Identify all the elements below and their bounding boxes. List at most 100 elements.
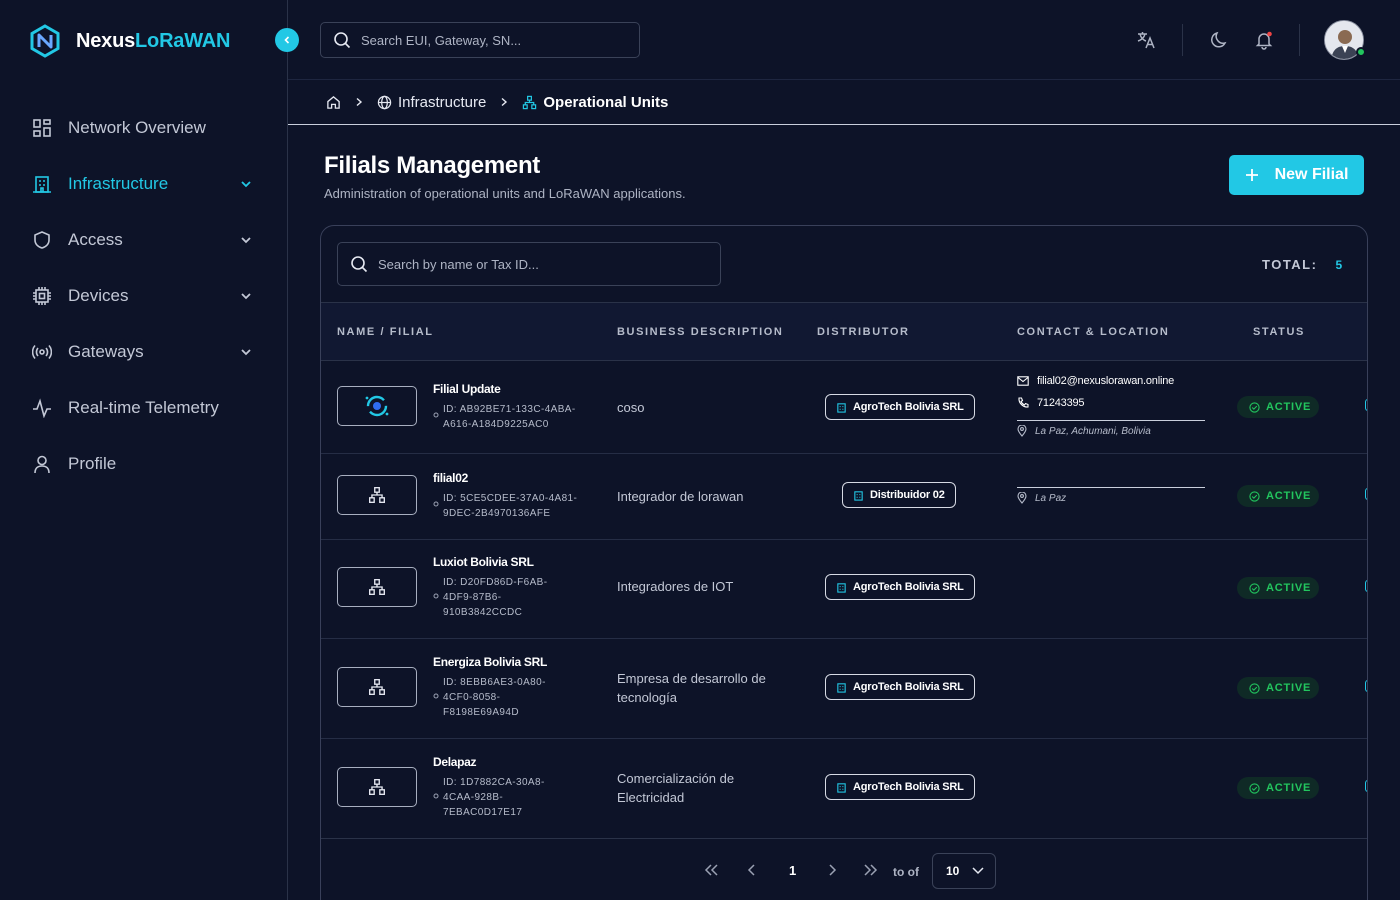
sidebar-item-label: Infrastructure: [68, 174, 169, 193]
sidebar-nav: Network Overview Infrastructure Access D…: [0, 100, 288, 492]
chevron-down-icon[interactable]: [240, 290, 252, 302]
sidebar: NexusLoRaWAN Network Overview Infrastruc…: [0, 0, 288, 900]
distributor-badge[interactable]: AgroTech Bolivia SRL: [825, 574, 975, 600]
current-page[interactable]: 1: [789, 863, 796, 878]
pagination: 1 to of 10: [321, 838, 1367, 900]
tag-icon: [433, 501, 439, 521]
breadcrumb-separator-icon: [500, 97, 508, 107]
sidebar-item-infrastructure[interactable]: Infrastructure: [0, 156, 288, 212]
network-tree-icon: [369, 487, 385, 503]
tag-icon: [433, 693, 439, 720]
filial-id: ID: D20FD86D-F6AB- 4DF9-87B6- 910B3842CCDC: [433, 575, 591, 620]
column-header-name[interactable]: NAME / FILIAL: [337, 326, 434, 338]
signal-icon: [32, 342, 52, 362]
column-header-distributor[interactable]: DISTRIBUTOR: [817, 326, 910, 338]
filial-logo: [337, 567, 417, 607]
table-row[interactable]: filial02 ID: 5CE5CDEE-37A0-4A81- 9DEC-2B4…: [321, 454, 1367, 540]
row-action-indicator[interactable]: [1365, 780, 1367, 792]
network-tree-icon: [522, 95, 537, 110]
first-page-icon[interactable]: [703, 863, 719, 877]
status-badge: ACTIVE: [1237, 577, 1319, 599]
sidebar-item-label: Network Overview: [68, 118, 206, 137]
table-search-input[interactable]: Search by name or Tax ID...: [337, 242, 721, 286]
filial-name[interactable]: Energiza Bolivia SRL: [433, 655, 547, 669]
table-row[interactable]: Energiza Bolivia SRL ID: 8EBB6AE3-0A80- 4…: [321, 639, 1367, 739]
last-page-icon[interactable]: [863, 863, 879, 877]
sidebar-collapse-button[interactable]: [275, 28, 299, 52]
new-filial-button[interactable]: New Filial: [1229, 155, 1364, 195]
page-subtitle: Administration of operational units and …: [324, 186, 686, 201]
global-search-input[interactable]: Search EUI, Gateway, SN...: [320, 22, 640, 58]
breadcrumb-operational-units: Operational Units: [543, 93, 669, 111]
brand-logo[interactable]: NexusLoRaWAN: [28, 24, 230, 58]
filial-name[interactable]: Delapaz: [433, 755, 477, 769]
row-action-indicator[interactable]: [1365, 580, 1367, 592]
row-action-indicator[interactable]: [1365, 680, 1367, 692]
tag-icon: [433, 593, 439, 620]
sidebar-item-access[interactable]: Access: [0, 212, 288, 268]
sidebar-item-network-overview[interactable]: Network Overview: [0, 100, 288, 156]
next-page-icon[interactable]: [827, 863, 837, 877]
chevron-down-icon[interactable]: [240, 178, 252, 190]
column-header-description[interactable]: BUSINESS DESCRIPTION: [617, 326, 783, 338]
table-row[interactable]: Luxiot Bolivia SRL ID: D20FD86D-F6AB- 4DF…: [321, 539, 1367, 639]
distributor-badge[interactable]: AgroTech Bolivia SRL: [825, 394, 975, 420]
filial-logo: [337, 386, 417, 426]
sidebar-item-label: Profile: [68, 454, 117, 473]
chevron-down-icon[interactable]: [240, 234, 252, 246]
page-size-select[interactable]: 10: [932, 853, 996, 889]
filial-custom-logo-icon: [365, 395, 389, 417]
filials-table-card: Search by name or Tax ID... TOTAL: 5 NAME…: [320, 225, 1368, 900]
distributor-badge[interactable]: Distribuidor 02: [842, 482, 956, 508]
breadcrumb-separator-icon: [355, 97, 363, 107]
dark-mode-moon-icon[interactable]: [1210, 30, 1230, 50]
sidebar-item-label: Devices: [68, 286, 129, 305]
grid-icon: [32, 118, 52, 138]
network-tree-icon: [369, 679, 385, 695]
sidebar-item-gateways[interactable]: Gateways: [0, 324, 288, 380]
table-header: NAME / FILIAL BUSINESS DESCRIPTION DISTR…: [321, 302, 1367, 361]
filial-name[interactable]: Filial Update: [433, 382, 501, 396]
chevron-down-icon[interactable]: [240, 346, 252, 358]
breadcrumb-infrastructure[interactable]: Infrastructure: [398, 94, 486, 111]
page-count-label: to of: [893, 865, 919, 879]
distributor-badge[interactable]: AgroTech Bolivia SRL: [825, 774, 975, 800]
building-icon: [32, 174, 52, 194]
home-icon[interactable]: [326, 95, 341, 110]
filial-id: ID: 8EBB6AE3-0A80- 4CF0-8058- F8198E69A94D: [433, 675, 591, 720]
brand-name: NexusLoRaWAN: [76, 29, 231, 52]
topbar: Search EUI, Gateway, SN...: [288, 0, 1400, 80]
network-tree-icon: [369, 579, 385, 595]
contact-phone[interactable]: 71243395: [1017, 392, 1205, 414]
status-badge: ACTIVE: [1237, 396, 1319, 418]
business-description: Integrador de lorawan: [617, 489, 744, 504]
contact-location: filial02@nexuslorawan.online 71243395 La…: [1017, 370, 1205, 437]
status-badge: ACTIVE: [1237, 485, 1319, 507]
filial-name[interactable]: filial02: [433, 471, 468, 485]
table-row[interactable]: Filial Update ID: AB92BE71-133C-4ABA- A61…: [321, 362, 1367, 454]
translate-icon[interactable]: [1136, 30, 1156, 50]
status-badge: ACTIVE: [1237, 677, 1319, 699]
topbar-divider: [1299, 24, 1300, 56]
network-tree-icon: [369, 779, 385, 795]
row-action-indicator[interactable]: [1365, 488, 1367, 500]
filial-name[interactable]: Luxiot Bolivia SRL: [433, 555, 534, 569]
filial-id: ID: 1D7882CA-30A8- 4CAA-928B- 7EBAC0D17E17: [433, 775, 591, 820]
check-circle-icon: [1249, 401, 1260, 413]
business-description: Empresa de desarrollo de tecnología: [617, 671, 766, 705]
breadcrumb: Infrastructure Operational Units: [288, 80, 1400, 125]
notification-bell-icon[interactable]: [1254, 30, 1274, 50]
sidebar-item-devices[interactable]: Devices: [0, 268, 288, 324]
row-action-indicator[interactable]: [1365, 399, 1367, 411]
mail-icon: [1017, 376, 1029, 386]
prev-page-icon[interactable]: [747, 863, 757, 877]
sidebar-item-real-time-telemetry[interactable]: Real-time Telemetry: [0, 380, 288, 436]
contact-email[interactable]: filial02@nexuslorawan.online: [1017, 370, 1205, 392]
table-row[interactable]: Delapaz ID: 1D7882CA-30A8- 4CAA-928B- 7EBA…: [321, 739, 1367, 839]
sidebar-item-profile[interactable]: Profile: [0, 436, 288, 492]
topbar-divider: [1182, 24, 1183, 56]
column-header-status[interactable]: STATUS: [1253, 326, 1305, 338]
column-header-contact[interactable]: CONTACT & LOCATION: [1017, 326, 1169, 338]
filial-logo: [337, 475, 417, 515]
distributor-badge[interactable]: AgroTech Bolivia SRL: [825, 674, 975, 700]
